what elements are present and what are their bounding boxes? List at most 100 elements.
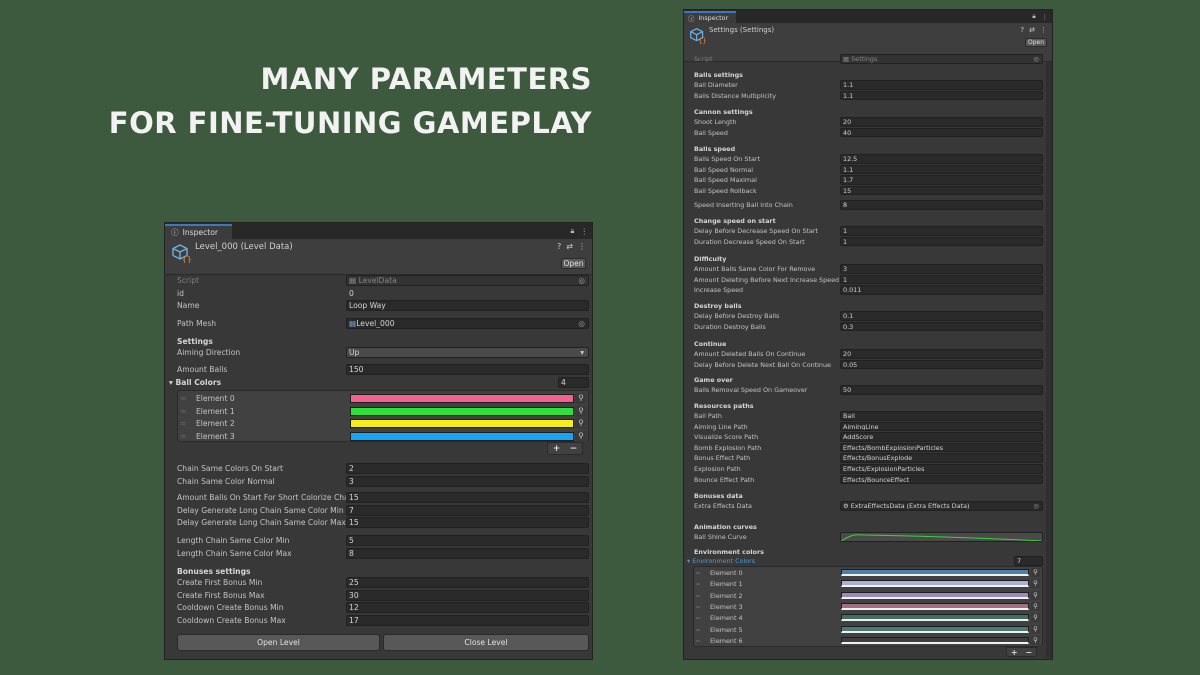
- setting-field[interactable]: Effects/BounceEffect: [840, 474, 1043, 485]
- amount-balls-field[interactable]: 150: [346, 364, 589, 375]
- ball-colors-count[interactable]: 4: [558, 377, 589, 388]
- color-swatch[interactable]: [350, 431, 574, 441]
- drag-handle-icon[interactable]: ═: [696, 637, 700, 645]
- drag-handle-icon[interactable]: ═: [696, 592, 700, 600]
- object-picker-icon[interactable]: ◎: [1033, 502, 1039, 510]
- object-picker-icon[interactable]: ◎: [578, 319, 585, 328]
- kebab-icon[interactable]: ⋮: [1040, 26, 1047, 34]
- ball-colors-row[interactable]: ▾ Ball Colors 4: [165, 377, 592, 389]
- aiming-dropdown[interactable]: Up ▾: [346, 347, 589, 358]
- lock-icon[interactable]: 🔒︎: [1032, 12, 1035, 21]
- drag-handle-icon[interactable]: ═: [181, 394, 186, 403]
- bonus-param-field[interactable]: 30: [346, 589, 589, 601]
- setting-field[interactable]: 1: [840, 274, 1043, 285]
- open-button[interactable]: Open: [561, 258, 586, 269]
- name-field[interactable]: Loop Way: [346, 300, 589, 311]
- param-field[interactable]: 15: [346, 492, 589, 503]
- drag-handle-icon[interactable]: ═: [181, 419, 186, 428]
- param-field[interactable]: 5: [346, 535, 589, 546]
- more-options-icon[interactable]: ⋮: [580, 227, 588, 236]
- eyedropper-icon[interactable]: ⚲: [1031, 613, 1040, 623]
- eyedropper-icon[interactable]: ⚲: [575, 430, 587, 442]
- setting-field[interactable]: 0.05: [840, 359, 1043, 370]
- eyedropper-icon[interactable]: ⚲: [575, 393, 587, 404]
- setting-field[interactable]: Effects/ExplosionParticles: [840, 464, 1043, 474]
- eyedropper-icon[interactable]: ⚲: [575, 418, 587, 429]
- setting-field[interactable]: Ball: [840, 411, 1043, 421]
- remove-element-button[interactable]: −: [1025, 648, 1032, 657]
- drag-handle-icon[interactable]: ═: [181, 407, 186, 416]
- id-field[interactable]: 0: [346, 288, 589, 299]
- setting-field[interactable]: 15: [840, 185, 1043, 196]
- environment-colors-foldout[interactable]: ▾ Environment Colors: [687, 557, 755, 565]
- setting-field[interactable]: AimingLine: [840, 421, 1043, 432]
- param-field[interactable]: 8: [346, 547, 589, 559]
- color-swatch[interactable]: [841, 614, 1029, 622]
- eyedropper-icon[interactable]: ⚲: [1031, 579, 1040, 589]
- param-field[interactable]: 2: [346, 463, 589, 474]
- help-icon[interactable]: ?: [1020, 26, 1024, 34]
- setting-field[interactable]: 12.5: [840, 154, 1043, 164]
- close-level-button[interactable]: Close Level: [383, 634, 589, 651]
- eyedropper-icon[interactable]: ⚲: [575, 405, 587, 417]
- color-swatch[interactable]: [841, 591, 1029, 599]
- bonus-param-field[interactable]: 25: [346, 577, 589, 588]
- setting-field[interactable]: 20: [840, 349, 1043, 359]
- color-swatch[interactable]: [841, 636, 1029, 644]
- setting-field[interactable]: 40: [840, 127, 1043, 138]
- drag-handle-icon[interactable]: ═: [696, 580, 700, 588]
- setting-field[interactable]: 1: [840, 236, 1043, 247]
- setting-field[interactable]: ⚙ ExtraEffectsData (Extra Effects Data) ◎: [840, 501, 1043, 511]
- setting-field[interactable]: 1.1: [840, 80, 1043, 90]
- scrollbar[interactable]: [1046, 62, 1052, 658]
- add-element-button[interactable]: +: [1011, 648, 1018, 657]
- bonus-param-field[interactable]: 12: [346, 602, 589, 614]
- eyedropper-icon[interactable]: ⚲: [1031, 624, 1040, 634]
- eyedropper-icon[interactable]: ⚲: [1031, 635, 1040, 645]
- param-field[interactable]: 15: [346, 517, 589, 529]
- drag-handle-icon[interactable]: ═: [696, 603, 700, 611]
- setting-field[interactable]: 20: [840, 117, 1043, 127]
- open-level-button[interactable]: Open Level: [177, 634, 380, 651]
- param-field[interactable]: 3: [346, 475, 589, 487]
- drag-handle-icon[interactable]: ═: [696, 614, 700, 622]
- setting-field[interactable]: 50: [840, 385, 1043, 395]
- color-swatch[interactable]: [841, 569, 1029, 576]
- setting-field[interactable]: 1: [840, 226, 1043, 236]
- param-field[interactable]: 7: [346, 504, 589, 516]
- setting-field[interactable]: Effects/BombExplosionParticles: [840, 442, 1043, 453]
- environment-colors-row[interactable]: ▾ Environment Colors 7: [684, 556, 1052, 566]
- setting-field[interactable]: Effects/BonusExplode: [840, 453, 1043, 463]
- eyedropper-icon[interactable]: ⚲: [1031, 590, 1040, 600]
- remove-element-button[interactable]: −: [570, 444, 578, 454]
- tab-inspector[interactable]: ⓘ Inspector: [684, 11, 737, 23]
- presets-icon[interactable]: ⇄: [566, 242, 573, 251]
- color-swatch[interactable]: [350, 419, 574, 428]
- environment-colors-count[interactable]: 7: [1014, 556, 1043, 566]
- color-swatch[interactable]: [350, 394, 574, 403]
- color-swatch[interactable]: [841, 625, 1029, 633]
- more-options-icon[interactable]: ⋮: [1042, 13, 1048, 21]
- setting-field[interactable]: 0.3: [840, 321, 1043, 332]
- path-mesh-field[interactable]: ▦Level_000 ◎: [346, 318, 589, 329]
- setting-field[interactable]: 0.1: [840, 311, 1043, 321]
- presets-icon[interactable]: ⇄: [1029, 26, 1035, 34]
- setting-field[interactable]: AddScore: [840, 432, 1043, 442]
- eyedropper-icon[interactable]: ⚲: [1031, 568, 1040, 577]
- ball-shine-curve-field[interactable]: [840, 532, 1043, 542]
- setting-field[interactable]: 8: [840, 200, 1043, 210]
- drag-handle-icon[interactable]: ═: [181, 432, 186, 441]
- drag-handle-icon[interactable]: ═: [696, 626, 700, 634]
- setting-field[interactable]: 1.7: [840, 175, 1043, 185]
- ball-colors-foldout[interactable]: ▾ Ball Colors: [169, 378, 221, 387]
- drag-handle-icon[interactable]: ═: [696, 569, 700, 577]
- tab-inspector[interactable]: ⓘ Inspector: [165, 224, 233, 239]
- setting-field[interactable]: 0.011: [840, 285, 1043, 295]
- setting-field[interactable]: 3: [840, 264, 1043, 274]
- color-swatch[interactable]: [841, 602, 1029, 610]
- open-button[interactable]: Open: [1025, 38, 1047, 47]
- help-icon[interactable]: ?: [557, 242, 561, 251]
- kebab-icon[interactable]: ⋮: [578, 242, 586, 251]
- eyedropper-icon[interactable]: ⚲: [1031, 601, 1040, 611]
- setting-field[interactable]: 1.1: [840, 90, 1043, 101]
